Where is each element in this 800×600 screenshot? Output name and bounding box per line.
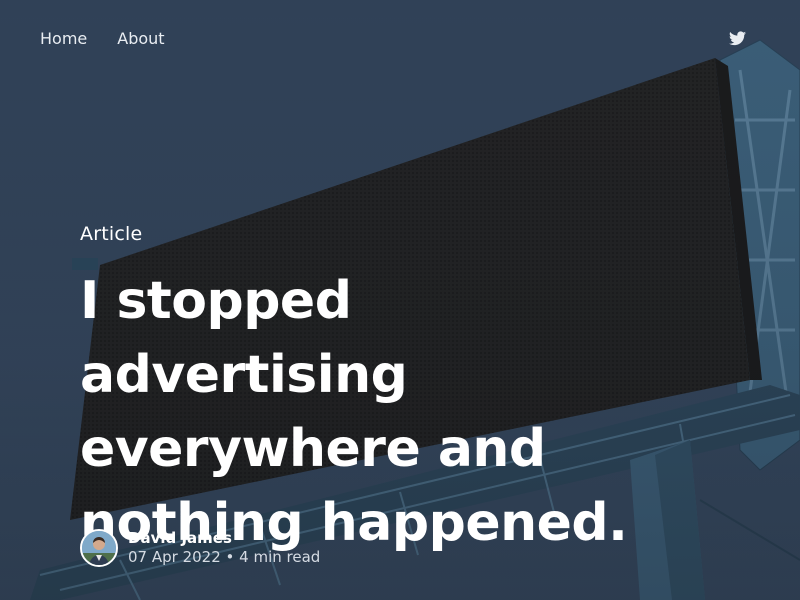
article-title-line: I stopped advertising bbox=[80, 271, 408, 405]
author-name[interactable]: David James bbox=[128, 529, 320, 547]
article-title[interactable]: I stopped advertising everywhere and not… bbox=[80, 264, 680, 560]
author-avatar[interactable] bbox=[80, 529, 118, 567]
twitter-icon[interactable] bbox=[729, 30, 746, 47]
top-navigation: Home About bbox=[40, 29, 165, 49]
article-kicker: Article bbox=[80, 223, 143, 245]
post-date: 07 Apr 2022 bbox=[128, 548, 221, 566]
article-title-line: everywhere and bbox=[80, 419, 546, 479]
nav-link-about[interactable]: About bbox=[117, 29, 164, 49]
author-info: David James 07 Apr 2022 • 4 min read bbox=[128, 529, 320, 567]
avatar-image bbox=[82, 531, 116, 565]
post-meta: 07 Apr 2022 • 4 min read bbox=[128, 547, 320, 567]
meta-separator: • bbox=[225, 548, 235, 566]
hero-content: Article I stopped advertising everywhere… bbox=[80, 222, 720, 560]
nav-link-home[interactable]: Home bbox=[40, 29, 87, 49]
author-byline: David James 07 Apr 2022 • 4 min read bbox=[80, 529, 320, 567]
read-time: 4 min read bbox=[239, 548, 321, 566]
